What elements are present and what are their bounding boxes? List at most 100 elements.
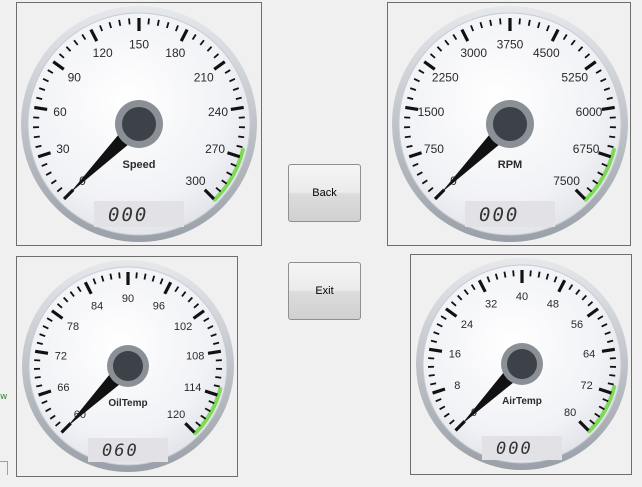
minor-tick [147,18,150,25]
minor-tick [118,272,121,279]
tick-label: 84 [91,300,103,312]
tick-label: 102 [174,321,192,333]
tick-label: 114 [184,382,202,394]
rpm-gauge: 0750150022503000375045005250600067507500… [392,6,628,242]
status-strip [0,461,8,475]
tick-label: 48 [547,298,559,310]
tick-label: 180 [165,46,185,60]
tick-label: 150 [129,37,149,51]
tick-label: 5250 [561,70,588,84]
gauge-label: OilTemp [108,398,147,409]
needle-hub [113,351,143,381]
tick-label: 3000 [460,46,487,60]
exit-button[interactable]: Exit [288,262,361,320]
lcd-value: 060 [102,441,139,461]
tick-label: 8 [454,380,460,392]
tick-label: 1500 [418,105,445,119]
minor-tick [489,19,493,26]
minor-tick [236,144,243,149]
edge-glyph: w [0,392,8,402]
minor-tick [518,18,521,25]
tick-label: 3750 [497,37,524,51]
tick-label: 78 [67,321,79,333]
major-tick [405,105,419,112]
minor-tick [529,270,532,277]
gauge-label: AirTemp [502,396,542,407]
speed-gauge: 0306090120150180210240270300Speed000 [21,6,257,242]
tick-label: 7500 [553,174,580,188]
minor-tick [215,376,222,379]
tick-label: 56 [571,319,583,331]
tick-label: 90 [68,70,82,84]
tick-label: 6000 [576,105,603,119]
minor-tick [428,374,435,377]
minor-tick [607,382,614,386]
airtemp-gauge: 08162432404856647280AirTemp000 [416,258,628,470]
minor-tick [238,135,245,139]
tick-label: 90 [122,293,134,305]
tick-label: 120 [93,46,113,60]
tick-label: 72 [581,380,593,392]
oiltemp-gauge-panel: 60667278849096102108114120OilTemp060 [16,256,238,477]
oiltemp-gauge: 60667278849096102108114120OilTemp060 [22,260,234,472]
tick-label: 30 [56,142,70,156]
tick-label: 24 [461,319,473,331]
minor-tick [34,376,41,379]
tick-label: 240 [208,105,228,119]
minor-tick [109,273,113,280]
major-tick [34,349,49,355]
tick-label: 40 [516,291,528,303]
tick-label: 60 [53,105,67,119]
needle-hub [493,107,527,141]
tick-label: 16 [449,348,461,360]
major-tick [34,105,48,112]
tick-label: 64 [583,348,595,360]
needle-hub [122,107,156,141]
minor-tick [156,19,160,26]
tick-label: 32 [485,298,497,310]
tick-label: 66 [57,382,69,394]
tick-label: 270 [205,142,225,156]
airtemp-gauge-panel: 08162432404856647280AirTemp000 [410,254,632,475]
minor-tick [36,384,43,388]
minor-tick [128,18,131,25]
major-tick [601,105,615,112]
tick-label: 72 [55,350,67,362]
minor-tick [35,144,42,149]
minor-tick [609,374,616,377]
major-tick [601,347,616,353]
tick-label: 80 [564,407,576,419]
minor-tick [527,19,531,26]
tick-label: 108 [186,350,204,362]
gauge-label: RPM [498,159,522,171]
lcd-value: 000 [108,204,148,226]
tick-label: 750 [424,142,444,156]
minor-tick [512,270,515,277]
minor-tick [118,19,122,26]
minor-tick [609,135,616,139]
lcd-value: 000 [496,439,533,459]
minor-tick [430,382,437,386]
minor-tick [213,384,220,388]
tick-label: 4500 [533,46,560,60]
needle-hub [507,349,537,379]
minor-tick [607,144,614,149]
minor-tick [143,273,147,280]
tick-label: 2250 [432,70,459,84]
tick-label: 300 [186,174,206,188]
speed-gauge-panel: 0306090120150180210240270300Speed000 [16,2,262,246]
tick-label: 210 [194,70,214,84]
tick-label: 120 [167,409,185,421]
gauge-label: Speed [122,159,155,171]
minor-tick [135,272,138,279]
minor-tick [537,271,541,278]
major-tick [207,349,222,355]
minor-tick [404,135,411,139]
back-button[interactable]: Back [288,164,361,222]
tick-label: 6750 [573,142,600,156]
minor-tick [33,135,40,139]
lcd-value: 000 [479,204,519,226]
major-tick [428,347,443,353]
major-tick [230,105,244,112]
minor-tick [499,18,502,25]
